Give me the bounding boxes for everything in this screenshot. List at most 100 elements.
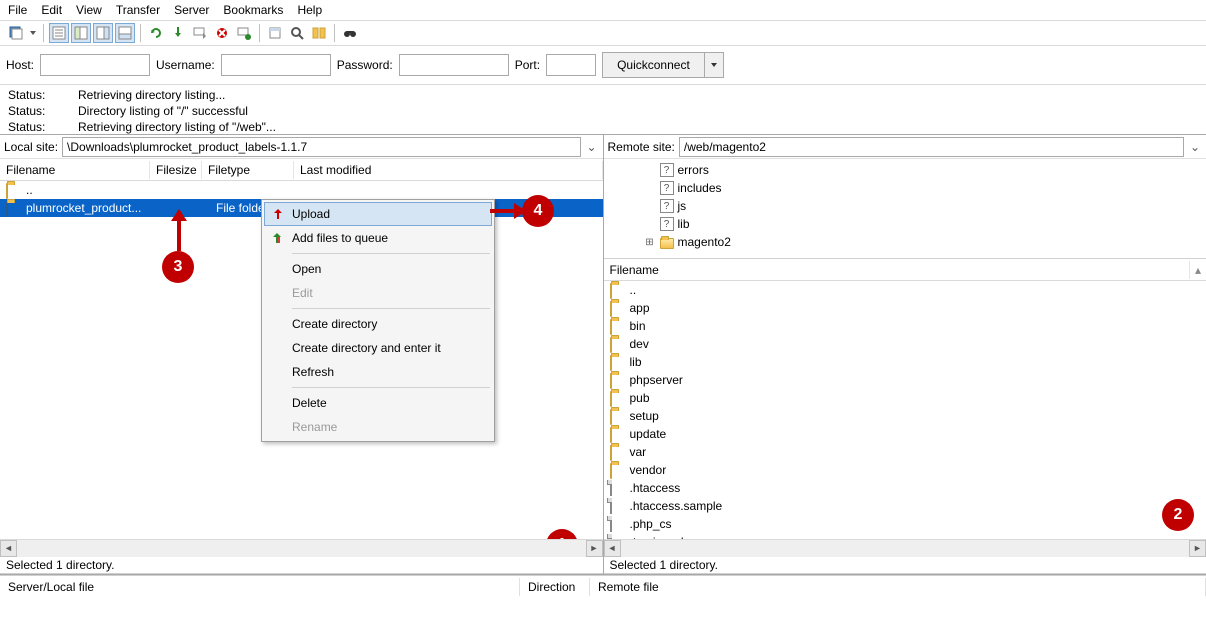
queue-arrow-icon <box>269 230 285 246</box>
menu-server[interactable]: Server <box>174 3 209 17</box>
host-input[interactable] <box>40 54 150 76</box>
ctx-refresh[interactable]: Refresh <box>264 360 492 384</box>
col-filetype[interactable]: Filetype <box>202 161 294 179</box>
folder-icon <box>6 183 8 199</box>
folder-icon <box>610 355 612 371</box>
list-item[interactable]: app <box>604 299 1206 317</box>
message-log: Status:Retrieving directory listing... S… <box>0 85 1206 135</box>
menu-help[interactable]: Help <box>297 3 322 17</box>
list-item[interactable]: dev <box>604 335 1206 353</box>
tree-node[interactable]: ⊞magento2 <box>644 233 1206 251</box>
refresh-icon[interactable] <box>146 23 166 43</box>
scrollbar-horizontal[interactable]: ◄► <box>0 539 603 556</box>
port-input[interactable] <box>546 54 596 76</box>
scrollbar-horizontal[interactable]: ◄► <box>604 539 1206 556</box>
remote-panel: Remote site: ⌄ ?errors ?includes ?js ?li… <box>604 135 1206 574</box>
process-queue-icon[interactable] <box>168 23 188 43</box>
local-site-input[interactable] <box>62 137 580 157</box>
list-item[interactable]: .php_cs <box>604 515 1206 533</box>
compare-icon[interactable] <box>309 23 329 43</box>
annotation-badge: 2 <box>1162 499 1194 531</box>
file-icon <box>610 480 612 496</box>
annotation-badge: 1 <box>546 529 578 539</box>
site-manager-icon[interactable] <box>6 23 26 43</box>
sort-indicator-icon: ▴ <box>1190 263 1206 277</box>
menu-edit[interactable]: Edit <box>41 3 62 17</box>
ctx-rename: Rename <box>264 415 492 439</box>
unknown-icon: ? <box>660 181 674 195</box>
remote-site-input[interactable] <box>679 137 1184 157</box>
menu-file[interactable]: File <box>8 3 27 17</box>
filter-icon[interactable] <box>265 23 285 43</box>
remote-list[interactable]: ..appbindevlibphpserverpubsetupupdatevar… <box>604 281 1206 539</box>
list-item[interactable]: .. <box>604 281 1206 299</box>
list-item[interactable]: .. <box>0 181 603 199</box>
remote-site-label: Remote site: <box>608 140 675 154</box>
cancel-icon[interactable] <box>190 23 210 43</box>
col-remote-file[interactable]: Remote file <box>590 578 1206 596</box>
local-list[interactable]: .. plumrocket_product... File folder Upl… <box>0 181 603 539</box>
list-item[interactable]: var <box>604 443 1206 461</box>
ctx-delete[interactable]: Delete <box>264 391 492 415</box>
list-item[interactable]: update <box>604 425 1206 443</box>
context-menu: Upload Add files to queue Open Edit Crea… <box>261 199 495 442</box>
tree-node[interactable]: ?lib <box>644 215 1206 233</box>
list-item[interactable]: vendor <box>604 461 1206 479</box>
folder-icon <box>610 301 612 317</box>
dropdown-icon[interactable]: ⌄ <box>585 140 599 154</box>
folder-icon <box>660 238 674 249</box>
username-input[interactable] <box>221 54 331 76</box>
col-filesize[interactable]: Filesize <box>150 161 202 179</box>
folder-icon <box>610 445 612 461</box>
ctx-add-queue[interactable]: Add files to queue <box>264 226 492 250</box>
host-label: Host: <box>6 58 34 72</box>
col-filename[interactable]: Filename <box>0 161 150 179</box>
list-item[interactable]: bin <box>604 317 1206 335</box>
list-item[interactable]: .htaccess.sample <box>604 497 1206 515</box>
queue-header: Server/Local file Direction Remote file <box>0 575 1206 597</box>
list-item[interactable]: .travis.yml <box>604 533 1206 539</box>
toggle-log-icon[interactable] <box>49 23 69 43</box>
list-item[interactable]: lib <box>604 353 1206 371</box>
remote-tree[interactable]: ?errors ?includes ?js ?lib ⊞magento2 <box>604 159 1206 259</box>
list-item[interactable]: pub <box>604 389 1206 407</box>
folder-icon <box>610 283 612 299</box>
reconnect-icon[interactable] <box>234 23 254 43</box>
col-filename[interactable]: Filename <box>604 261 1191 279</box>
binoculars-icon[interactable] <box>340 23 360 43</box>
unknown-icon: ? <box>660 199 674 213</box>
expand-icon[interactable]: ⊞ <box>644 237 656 248</box>
menu-bookmarks[interactable]: Bookmarks <box>223 3 283 17</box>
folder-icon <box>610 337 612 353</box>
unknown-icon: ? <box>660 217 674 231</box>
toggle-local-tree-icon[interactable] <box>71 23 91 43</box>
list-item[interactable]: setup <box>604 407 1206 425</box>
menu-transfer[interactable]: Transfer <box>116 3 160 17</box>
menu-view[interactable]: View <box>76 3 102 17</box>
col-direction[interactable]: Direction <box>520 578 590 596</box>
local-status: Selected 1 directory. <box>0 556 603 574</box>
annotation-arrow-icon <box>490 209 524 213</box>
list-item[interactable]: .htaccess <box>604 479 1206 497</box>
quickconnect-dropdown[interactable] <box>705 53 723 77</box>
ctx-create-dir[interactable]: Create directory <box>264 312 492 336</box>
toggle-remote-tree-icon[interactable] <box>93 23 113 43</box>
ctx-upload[interactable]: Upload <box>264 202 492 226</box>
quickconnect-button[interactable]: Quickconnect <box>603 53 705 77</box>
col-lastmodified[interactable]: Last modified <box>294 161 603 179</box>
folder-icon <box>610 319 612 335</box>
search-icon[interactable] <box>287 23 307 43</box>
col-server-local[interactable]: Server/Local file <box>0 578 520 596</box>
ctx-edit: Edit <box>264 281 492 305</box>
password-input[interactable] <box>399 54 509 76</box>
tree-node[interactable]: ?includes <box>644 179 1206 197</box>
tree-node[interactable]: ?errors <box>644 161 1206 179</box>
disconnect-icon[interactable] <box>212 23 232 43</box>
tree-node[interactable]: ?js <box>644 197 1206 215</box>
ctx-open[interactable]: Open <box>264 257 492 281</box>
toggle-queue-icon[interactable] <box>115 23 135 43</box>
annotation-badge: 4 <box>522 195 554 227</box>
dropdown-icon[interactable]: ⌄ <box>1188 140 1202 154</box>
list-item[interactable]: phpserver <box>604 371 1206 389</box>
ctx-create-dir-enter[interactable]: Create directory and enter it <box>264 336 492 360</box>
